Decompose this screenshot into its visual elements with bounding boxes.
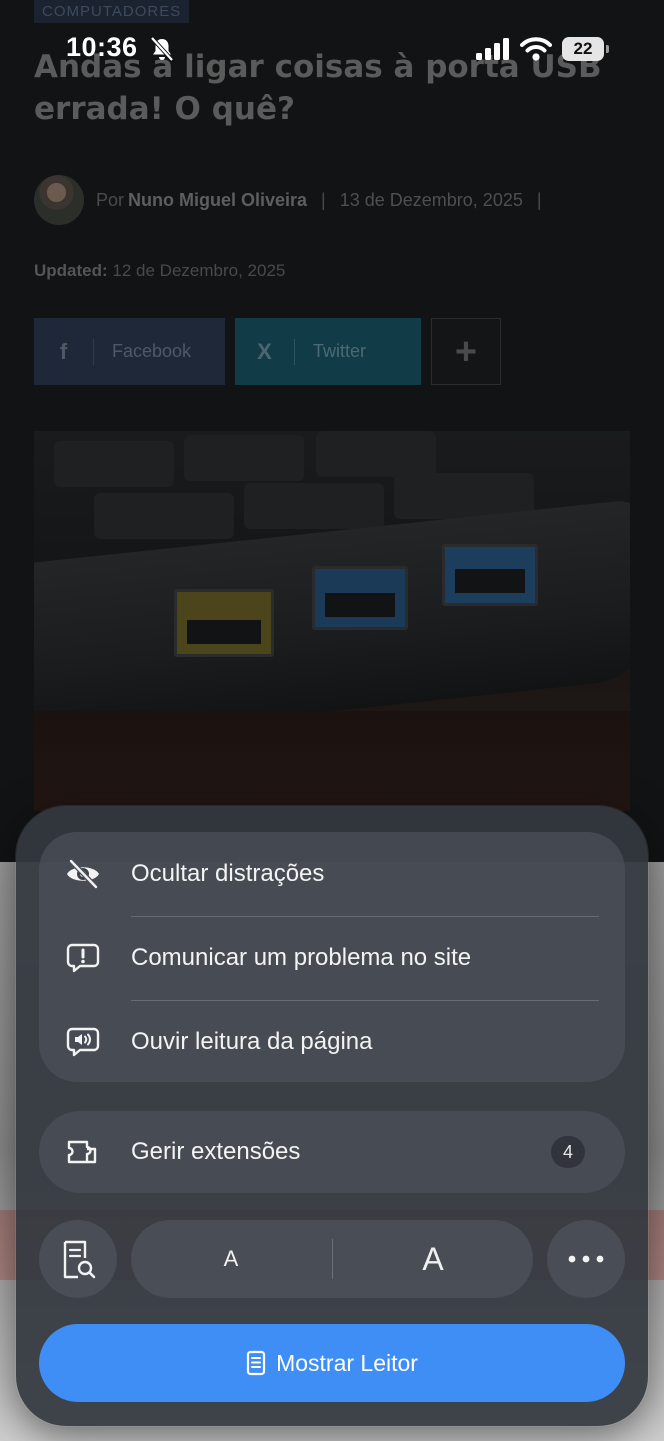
status-bar: 10:36 22 (0, 0, 664, 100)
listen-to-page-label: Ouvir leitura da página (131, 1028, 373, 1055)
wifi-icon (520, 37, 552, 61)
decrease-font-button[interactable]: A (131, 1220, 331, 1298)
facebook-icon: f (34, 338, 94, 365)
report-site-issue-label: Comunicar um problema no site (131, 944, 472, 971)
twitter-share-button[interactable]: X Twitter (235, 318, 421, 385)
toolbar-row: A A (39, 1220, 625, 1298)
ellipsis-icon (568, 1255, 604, 1263)
x-icon: X (235, 338, 295, 365)
byline: Por Nuno Miguel Oliveira | 13 de Dezembr… (34, 175, 556, 225)
speaker-bubble-icon (66, 1027, 100, 1057)
listen-to-page-item[interactable]: Ouvir leitura da página (39, 1000, 625, 1084)
updated-label: Updated: (34, 261, 108, 280)
facebook-share-button[interactable]: f Facebook (34, 318, 225, 385)
show-reader-label: Mostrar Leitor (276, 1349, 418, 1376)
bell-slash-icon (150, 36, 174, 62)
manage-extensions-row: Gerir extensões 4 (39, 1111, 625, 1193)
puzzle-icon (67, 1140, 97, 1164)
publish-date: 13 de Dezembro, 2025 (339, 189, 523, 210)
more-options-button[interactable] (547, 1220, 625, 1298)
facebook-label: Facebook (112, 341, 192, 361)
byline-separator-end: | (536, 189, 542, 210)
author-name[interactable]: Nuno Miguel Oliveira (128, 190, 307, 211)
extensions-count-badge: 4 (551, 1136, 585, 1168)
hide-distractions-item[interactable]: Ocultar distrações (39, 832, 625, 916)
battery-indicator: 22 (562, 37, 604, 61)
hero-image (34, 431, 630, 811)
wooden-desk (34, 711, 630, 811)
page-search-icon (63, 1240, 96, 1279)
report-site-issue-item[interactable]: Comunicar um problema no site (39, 916, 625, 1000)
show-reader-button[interactable]: Mostrar Leitor (39, 1324, 625, 1402)
updated-line: Updated: 12 de Dezembro, 2025 (34, 261, 285, 281)
reader-page-icon (246, 1350, 266, 1376)
hide-distractions-label: Ocultar distrações (131, 860, 325, 887)
page-menu-sheet: Ocultar distrações Comunicar um problema… (16, 806, 648, 1426)
plus-icon: + (454, 330, 478, 373)
manage-extensions-item[interactable]: Gerir extensões 4 (39, 1111, 625, 1193)
author-avatar (34, 175, 84, 225)
cellular-signal-icon (476, 38, 509, 60)
usb-port-blue (312, 566, 408, 630)
menu-group-main: Ocultar distrações Comunicar um problema… (39, 832, 625, 1082)
eye-slash-icon (67, 859, 99, 889)
more-share-button[interactable]: + (431, 318, 501, 385)
battery-tip (606, 45, 609, 53)
manage-extensions-label: Gerir extensões (131, 1138, 301, 1165)
author-prefix: Por (96, 189, 125, 210)
font-size-control: A A (131, 1220, 533, 1298)
find-in-page-button[interactable] (39, 1220, 117, 1298)
byline-separator: | (321, 189, 326, 210)
increase-font-button[interactable]: A (333, 1220, 533, 1298)
clock: 10:36 (66, 32, 138, 62)
twitter-label: Twitter (313, 341, 367, 361)
report-bubble-icon (66, 943, 100, 973)
usb-port-blue (442, 544, 538, 606)
usb-port-yellow (174, 589, 274, 657)
updated-date: 12 de Dezembro, 2025 (112, 261, 286, 280)
